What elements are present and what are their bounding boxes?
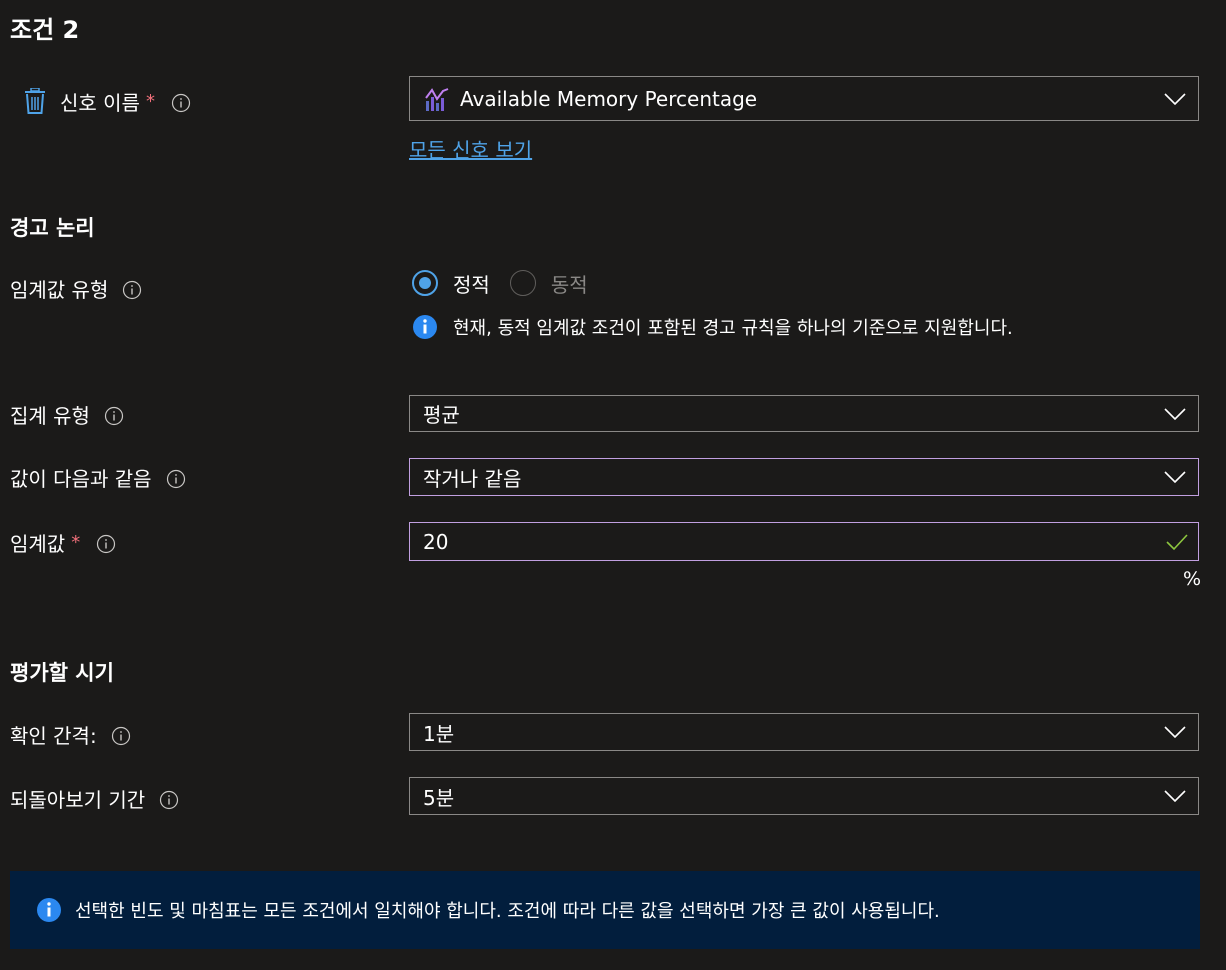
info-icon[interactable] — [111, 726, 130, 745]
check-interval-label-row: 확인 간격: — [10, 719, 130, 749]
info-filled-icon — [36, 897, 62, 923]
radio-dynamic[interactable] — [509, 270, 536, 296]
threshold-value: 20 — [423, 529, 449, 554]
aggregation-value: 평균 — [423, 403, 460, 427]
alert-logic-heading: 경고 논리 — [10, 216, 95, 240]
checkmark-icon — [1166, 534, 1188, 551]
chevron-down-icon — [1164, 726, 1186, 738]
required-mark: * — [71, 531, 81, 553]
lookback-value: 5분 — [423, 785, 455, 810]
chevron-down-icon — [1164, 407, 1186, 420]
aggregation-label-row: 집계 유형 — [10, 399, 124, 429]
operator-label: 값이 다음과 같음 — [10, 466, 152, 491]
chevron-down-icon — [1164, 790, 1186, 802]
radio-static-label: 정적 — [453, 272, 490, 297]
chevron-down-icon — [1164, 92, 1186, 105]
delete-icon[interactable] — [24, 87, 46, 114]
lookback-label-row: 되돌아보기 기간 — [10, 783, 179, 813]
threshold-input[interactable]: 20 — [409, 522, 1199, 561]
info-icon[interactable] — [171, 93, 191, 112]
operator-label-row: 값이 다음과 같음 — [10, 462, 185, 492]
threshold-label-row: 임계값 * — [10, 527, 116, 557]
check-interval-select[interactable]: 1분 — [409, 713, 1199, 751]
info-filled-icon — [412, 314, 438, 340]
info-icon[interactable] — [104, 406, 124, 425]
info-icon[interactable] — [159, 790, 179, 809]
condition-title: 조건 2 — [10, 16, 80, 44]
required-mark: * — [145, 90, 155, 112]
info-icon[interactable] — [166, 469, 185, 488]
evaluation-heading: 평가할 시기 — [10, 661, 114, 685]
operator-select[interactable]: 작거나 같음 — [409, 458, 1199, 496]
threshold-type-label: 임계값 유형 — [10, 277, 109, 302]
dynamic-threshold-info-text: 현재, 동적 임계값 조건이 포함된 경고 규칙을 하나의 기준으로 지원합니다… — [453, 318, 1013, 339]
aggregation-select[interactable]: 평균 — [409, 395, 1199, 432]
threshold-type-radio-group: 정적 동적 — [412, 268, 588, 298]
info-icon[interactable] — [96, 534, 116, 553]
info-banner-text: 선택한 빈도 및 마침표는 모든 조건에서 일치해야 합니다. 조건에 따라 다… — [75, 901, 940, 922]
signal-name-select[interactable]: Available Memory Percentage — [409, 76, 1199, 121]
threshold-label: 임계값 — [10, 531, 66, 556]
chevron-down-icon — [1164, 471, 1186, 483]
threshold-type-label-row: 임계값 유형 — [10, 273, 142, 303]
info-banner: 선택한 빈도 및 마침표는 모든 조건에서 일치해야 합니다. 조건에 따라 다… — [10, 871, 1200, 949]
see-all-signals-link[interactable]: 모든 신호 보기 — [409, 134, 532, 163]
radio-dynamic-label: 동적 — [550, 272, 588, 297]
metric-chart-icon — [424, 86, 450, 112]
lookback-label: 되돌아보기 기간 — [10, 787, 146, 812]
info-icon[interactable] — [122, 280, 142, 299]
aggregation-label: 집계 유형 — [10, 403, 90, 428]
threshold-unit: % — [1183, 568, 1202, 590]
check-interval-label: 확인 간격: — [10, 723, 97, 748]
signal-name-label: 신호 이름 — [60, 90, 140, 115]
dynamic-threshold-info: 현재, 동적 임계값 조건이 포함된 경고 규칙을 하나의 기준으로 지원합니다… — [412, 313, 1013, 341]
lookback-select[interactable]: 5분 — [409, 777, 1199, 815]
radio-static[interactable] — [412, 270, 438, 296]
check-interval-value: 1분 — [423, 721, 455, 746]
signal-name-value: Available Memory Percentage — [460, 86, 758, 111]
signal-name-label-row: 신호 이름 * — [24, 86, 191, 116]
operator-value: 작거나 같음 — [423, 466, 522, 491]
